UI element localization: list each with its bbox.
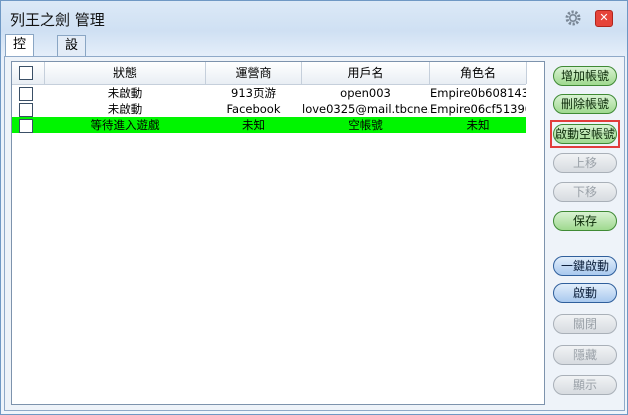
- cell-role: Empire0b6081432: [430, 86, 526, 100]
- account-list[interactable]: 狀態 運營商 用戶名 角色名 未啟動 913页游 open003 Empire0…: [11, 61, 545, 405]
- cell-status: 未啟動: [107, 86, 143, 100]
- table-row[interactable]: 未啟動 913页游 open003 Empire0b6081432: [12, 85, 526, 101]
- title-bar: 列王之劍 管理 ✕: [1, 1, 627, 33]
- cell-username: love0325@mail.tbcne...: [302, 102, 429, 116]
- gear-icon[interactable]: [564, 9, 582, 27]
- show-button[interactable]: 顯示: [553, 375, 617, 395]
- close-button[interactable]: 關閉: [553, 314, 617, 334]
- cell-username: 空帳號: [348, 118, 383, 132]
- close-icon[interactable]: ✕: [595, 10, 613, 27]
- tab-settings[interactable]: 設置: [57, 35, 87, 73]
- start-button[interactable]: 啟動: [553, 283, 617, 303]
- move-up-button[interactable]: 上移: [553, 153, 617, 173]
- cell-operator: 913页游: [231, 86, 276, 100]
- header-status[interactable]: 狀態: [45, 62, 206, 84]
- header-select-all: [12, 62, 45, 84]
- table-row-selected[interactable]: 等待進入遊戲 未知 空帳號 未知: [12, 117, 526, 133]
- action-sidebar: 增加帳號 刪除帳號 啟動空帳號 上移 下移 保存 一鍵啟動 啟動 關閉 隱藏 顯…: [550, 57, 622, 407]
- cell-status: 未啟動: [107, 102, 143, 116]
- save-button[interactable]: 保存: [553, 211, 617, 231]
- app-window: 列王之劍 管理 ✕ 控制 設置 狀態 運營商 用戶名 角色名 未啟動 91: [0, 0, 628, 415]
- row-checkbox[interactable]: [19, 87, 33, 101]
- cell-username: open003: [340, 86, 391, 100]
- window-title: 列王之劍 管理: [10, 11, 105, 29]
- tab-panel-control: 狀態 運營商 用戶名 角色名 未啟動 913页游 open003 Empire0…: [4, 56, 625, 411]
- row-checkbox[interactable]: [19, 103, 33, 117]
- cell-operator: 未知: [242, 118, 265, 132]
- move-down-button[interactable]: 下移: [553, 182, 617, 202]
- cell-role: Empire06cf51390: [430, 102, 526, 116]
- header-username[interactable]: 用戶名: [302, 62, 430, 84]
- header-role[interactable]: 角色名: [430, 62, 527, 84]
- add-account-button[interactable]: 增加帳號: [553, 66, 617, 86]
- delete-account-button[interactable]: 刪除帳號: [553, 94, 617, 114]
- row-checkbox[interactable]: [19, 119, 33, 133]
- cell-operator: Facebook: [226, 102, 281, 116]
- tab-control[interactable]: 控制: [5, 34, 35, 72]
- cell-status: 等待進入遊戲: [90, 118, 160, 132]
- select-all-checkbox[interactable]: [19, 66, 33, 80]
- table-header: 狀態 運營商 用戶名 角色名: [12, 62, 527, 85]
- start-empty-account-button[interactable]: 啟動空帳號: [553, 124, 617, 144]
- hide-button[interactable]: 隱藏: [553, 345, 617, 365]
- one-click-start-button[interactable]: 一鍵啟動: [553, 256, 617, 276]
- header-operator[interactable]: 運營商: [206, 62, 302, 84]
- table-row[interactable]: 未啟動 Facebook love0325@mail.tbcne... Empi…: [12, 101, 526, 117]
- cell-role: 未知: [466, 118, 490, 132]
